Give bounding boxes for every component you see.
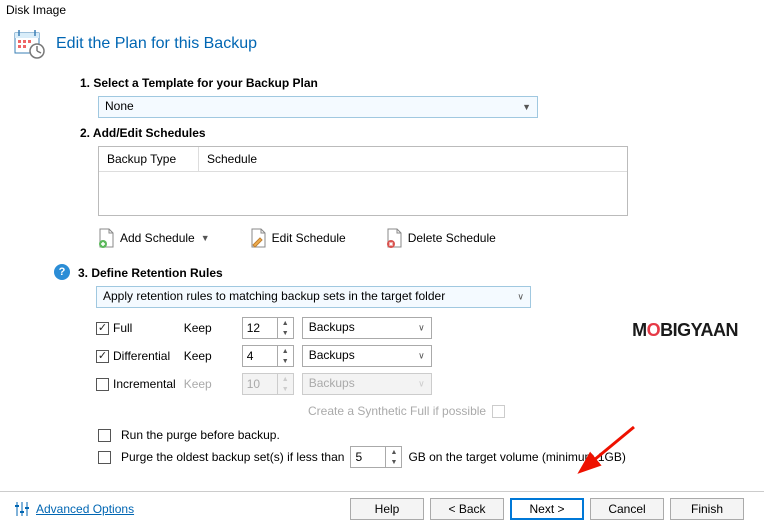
add-schedule-button[interactable]: Add Schedule ▼ <box>98 228 210 248</box>
help-button[interactable]: Help <box>350 498 424 520</box>
keep-label: Keep <box>184 349 234 363</box>
full-label: Full <box>113 321 132 335</box>
chevron-down-icon: ▼ <box>522 102 531 112</box>
col-schedule: Schedule <box>199 147 265 171</box>
diff-unit-select[interactable]: Backups∨ <box>302 345 432 367</box>
keep-label: Keep <box>184 321 234 335</box>
purge-oldest-suffix: GB on the target volume (minimum 1GB) <box>408 450 625 464</box>
chevron-down-icon: ∨ <box>418 351 425 362</box>
full-keep-spinner[interactable]: ▲▼ <box>242 317 294 339</box>
header: Edit the Plan for this Backup <box>0 20 764 72</box>
chevron-down-icon: ∨ <box>517 292 524 303</box>
window-title: Disk Image <box>0 0 764 20</box>
cancel-button[interactable]: Cancel <box>590 498 664 520</box>
retention-rule-select[interactable]: Apply retention rules to matching backup… <box>96 286 531 308</box>
spinner-down-icon[interactable]: ▼ <box>278 328 293 338</box>
col-backup-type: Backup Type <box>99 147 199 171</box>
section1-heading: 1. Select a Template for your Backup Pla… <box>80 76 764 90</box>
diff-keep-spinner[interactable]: ▲▼ <box>242 345 294 367</box>
back-button[interactable]: < Back <box>430 498 504 520</box>
diff-label: Differential <box>113 349 170 363</box>
spinner-down-icon[interactable]: ▼ <box>386 457 401 467</box>
chevron-down-icon: ∨ <box>418 323 425 334</box>
watermark: MOBIGYAAN <box>632 320 738 341</box>
incr-keep-value <box>243 374 277 394</box>
advanced-options-label: Advanced Options <box>36 502 134 516</box>
delete-schedule-label: Delete Schedule <box>408 231 496 245</box>
full-keep-value[interactable] <box>243 318 277 338</box>
chevron-down-icon: ∨ <box>418 379 425 390</box>
incr-keep-spinner: ▲▼ <box>242 373 294 395</box>
diff-keep-value[interactable] <box>243 346 277 366</box>
spinner-up-icon[interactable]: ▲ <box>278 318 293 328</box>
full-unit-select[interactable]: Backups∨ <box>302 317 432 339</box>
finish-button[interactable]: Finish <box>670 498 744 520</box>
sliders-icon <box>14 501 30 517</box>
document-add-icon <box>98 228 116 248</box>
keep-label-disabled: Keep <box>184 377 234 391</box>
purge-oldest-checkbox[interactable] <box>98 451 111 464</box>
spinner-up-icon[interactable]: ▲ <box>386 447 401 457</box>
chevron-down-icon: ▼ <box>201 233 210 243</box>
calendar-clock-icon <box>14 28 46 60</box>
section3-heading: 3. Define Retention Rules <box>78 266 531 280</box>
template-value: None <box>105 99 134 113</box>
next-button[interactable]: Next > <box>510 498 584 520</box>
section2-heading: 2. Add/Edit Schedules <box>80 126 764 140</box>
diff-checkbox[interactable] <box>96 350 109 363</box>
spinner-up-icon[interactable]: ▲ <box>278 346 293 356</box>
incr-label: Incremental <box>113 377 176 391</box>
purge-oldest-spinner[interactable]: ▲▼ <box>350 446 402 468</box>
spinner-up-icon: ▲ <box>278 374 293 384</box>
edit-schedule-label: Edit Schedule <box>272 231 346 245</box>
document-delete-icon <box>386 228 404 248</box>
incr-checkbox[interactable] <box>96 378 109 391</box>
purge-oldest-value[interactable] <box>351 447 385 467</box>
document-edit-icon <box>250 228 268 248</box>
purge-before-label: Run the purge before backup. <box>121 428 280 442</box>
incr-unit-select: Backups∨ <box>302 373 432 395</box>
help-icon[interactable]: ? <box>54 264 70 280</box>
retention-rule-value: Apply retention rules to matching backup… <box>103 289 445 303</box>
delete-schedule-button[interactable]: Delete Schedule <box>386 228 496 248</box>
edit-schedule-button[interactable]: Edit Schedule <box>250 228 346 248</box>
schedule-table: Backup Type Schedule <box>98 146 628 216</box>
spinner-down-icon: ▼ <box>278 384 293 394</box>
purge-oldest-prefix: Purge the oldest backup set(s) if less t… <box>121 450 344 464</box>
add-schedule-label: Add Schedule <box>120 231 195 245</box>
spinner-down-icon[interactable]: ▼ <box>278 356 293 366</box>
advanced-options-link[interactable]: Advanced Options <box>14 501 134 517</box>
page-title: Edit the Plan for this Backup <box>56 35 257 53</box>
synthetic-full-label: Create a Synthetic Full if possible <box>308 404 486 418</box>
synthetic-full-checkbox <box>492 405 505 418</box>
full-checkbox[interactable] <box>96 322 109 335</box>
template-select[interactable]: None ▼ <box>98 96 538 118</box>
footer-bar: Advanced Options Help < Back Next > Canc… <box>0 491 764 525</box>
purge-before-checkbox[interactable] <box>98 429 111 442</box>
